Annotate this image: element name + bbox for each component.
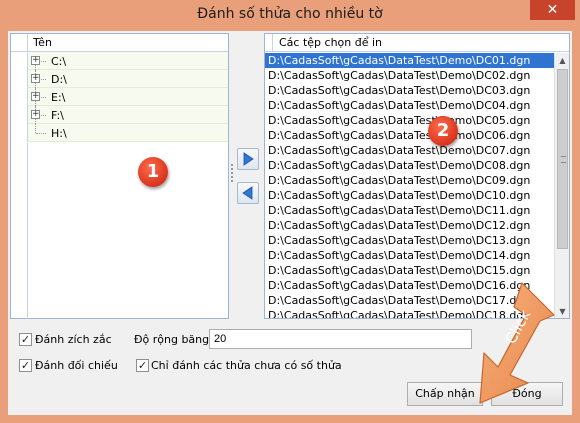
close-window-button[interactable]: ✕ (530, 0, 575, 20)
file-list-item[interactable]: D:\CadasSoft\gCadas\DataTest\Demo\DC02.d… (265, 68, 554, 83)
tree-node-label: H:\ (51, 127, 67, 140)
file-list-item[interactable]: D:\CadasSoft\gCadas\DataTest\Demo\DC06.d… (265, 128, 554, 143)
file-list-item[interactable]: D:\CadasSoft\gCadas\DataTest\Demo\DC13.d… (265, 233, 554, 248)
window-title: Đánh số thửa cho nhiều tờ (197, 6, 383, 22)
band-width-label: Độ rộng băng: (134, 333, 213, 346)
grip-icon (561, 156, 566, 163)
remove-file-button[interactable] (237, 182, 259, 204)
tree-node-e[interactable]: + E:\ (11, 88, 228, 106)
row-gutter (11, 52, 28, 70)
file-list-item[interactable]: D:\CadasSoft\gCadas\DataTest\Demo\DC10.d… (265, 188, 554, 203)
dialog-window: Đánh số thửa cho nhiều tờ ✕ Tên + C:\ + (0, 0, 580, 423)
tree-gutter (11, 143, 28, 319)
tree-header-corner (11, 34, 28, 51)
tree-node-label: D:\ (51, 73, 67, 86)
row-gutter (11, 124, 28, 142)
file-list-item[interactable]: D:\CadasSoft\gCadas\DataTest\Demo\DC01.d… (265, 53, 554, 68)
step-badge-2: 2 (428, 116, 458, 146)
file-list-item[interactable]: D:\CadasSoft\gCadas\DataTest\Demo\DC08.d… (265, 158, 554, 173)
add-file-button[interactable] (237, 148, 259, 170)
splitter-grip[interactable] (231, 164, 235, 182)
scroll-thumb[interactable] (557, 69, 568, 249)
tree-node-label: C:\ (51, 55, 67, 68)
list-column-name: Các tệp chọn để in (279, 36, 383, 49)
arrow-right-icon (243, 152, 254, 166)
file-list-item[interactable]: D:\CadasSoft\gCadas\DataTest\Demo\DC09.d… (265, 173, 554, 188)
tree-node-d[interactable]: + D:\ (11, 70, 228, 88)
expand-icon[interactable]: + (31, 110, 40, 119)
tree-line (35, 124, 36, 133)
row-gutter (11, 106, 28, 124)
file-list-item[interactable]: D:\CadasSoft\gCadas\DataTest\Demo\DC14.d… (265, 248, 554, 263)
expand-icon[interactable]: + (31, 74, 40, 83)
unnumbered-only-checkbox[interactable]: ✓ (136, 359, 149, 372)
list-header: Các tệp chọn để in (265, 34, 569, 52)
scroll-up-icon[interactable]: ▲ (555, 53, 569, 68)
tree-header: Tên (11, 34, 228, 52)
zigzag-checkbox[interactable]: ✓ (19, 333, 32, 346)
tree-node-c[interactable]: + C:\ (11, 52, 228, 70)
zigzag-label: Đánh zích zắc (35, 333, 112, 346)
tree-line (36, 133, 46, 134)
step-badge-1: 1 (138, 157, 168, 187)
file-list-item[interactable]: D:\CadasSoft\gCadas\DataTest\Demo\DC11.d… (265, 203, 554, 218)
drive-tree[interactable]: Tên + C:\ + D:\ + E:\ + F:\ H:\ (10, 33, 229, 319)
file-list-item[interactable]: D:\CadasSoft\gCadas\DataTest\Demo\DC04.d… (265, 98, 554, 113)
tree-node-label: E:\ (51, 91, 66, 104)
expand-icon[interactable]: + (31, 56, 40, 65)
band-width-input[interactable] (209, 329, 472, 349)
expand-icon[interactable]: + (31, 92, 40, 101)
click-arrow-icon: Click (479, 282, 555, 404)
file-list-item[interactable]: D:\CadasSoft\gCadas\DataTest\Demo\DC07.d… (265, 143, 554, 158)
file-list-item[interactable]: D:\CadasSoft\gCadas\DataTest\Demo\DC05.d… (265, 113, 554, 128)
row-gutter (11, 88, 28, 106)
arrow-left-icon (242, 186, 253, 200)
compare-label: Đánh đối chiếu (35, 359, 118, 372)
tree-node-f[interactable]: + F:\ (11, 106, 228, 124)
unnumbered-only-label: Chỉ đánh các thửa chưa có số thửa (151, 359, 342, 372)
compare-checkbox[interactable]: ✓ (19, 359, 32, 372)
tree-node-h[interactable]: H:\ (11, 124, 228, 142)
title-bar[interactable]: Đánh số thửa cho nhiều tờ ✕ (0, 0, 580, 31)
tree-node-label: F:\ (51, 109, 64, 122)
tree-column-name: Tên (33, 36, 52, 49)
list-header-corner (265, 34, 273, 51)
file-list-item[interactable]: D:\CadasSoft\gCadas\DataTest\Demo\DC12.d… (265, 218, 554, 233)
row-gutter (11, 70, 28, 88)
file-list-item[interactable]: D:\CadasSoft\gCadas\DataTest\Demo\DC03.d… (265, 83, 554, 98)
